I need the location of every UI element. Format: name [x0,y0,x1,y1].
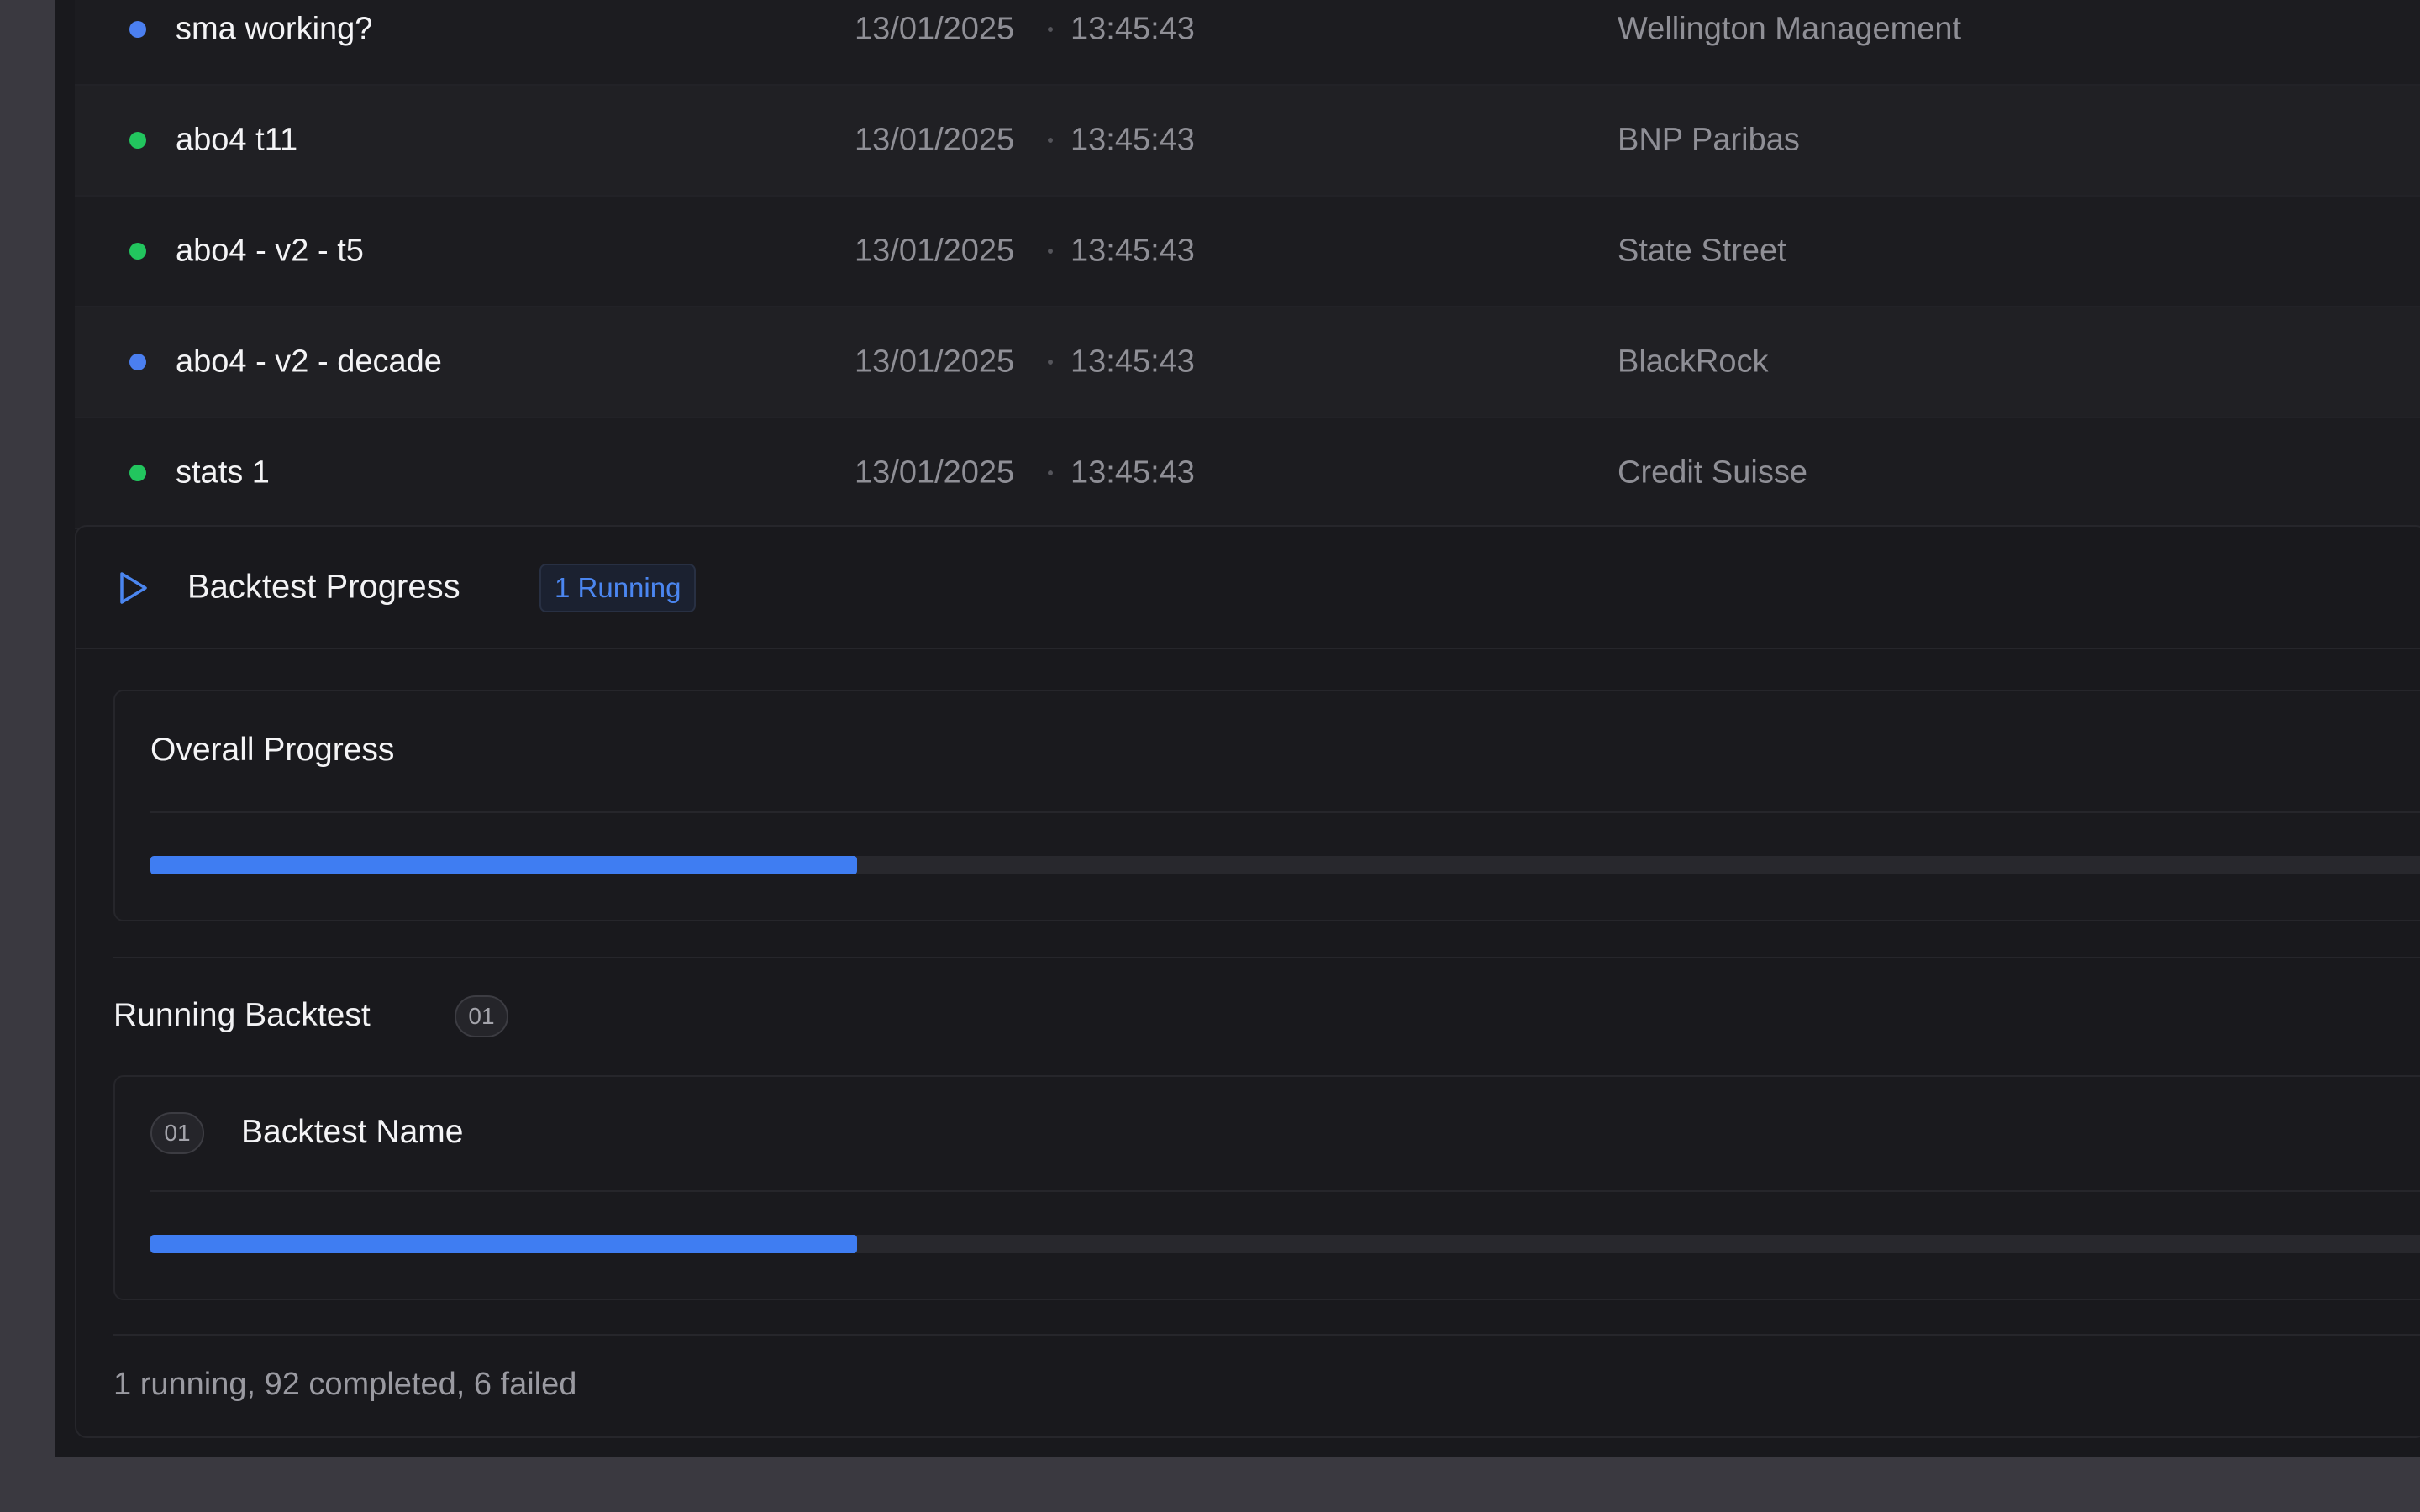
client-name: BNP Paribas [1618,122,1800,158]
table-row[interactable]: abo4 t11 13/01/2025 13:45:43 BNP Paribas [75,86,2420,197]
separator-dot [1048,138,1053,143]
overall-progress-card: Overall Progress [113,690,2420,921]
separator-dot [1048,360,1053,365]
table-row[interactable]: abo4 - v2 - decade 13/01/2025 13:45:43 B… [75,307,2420,418]
status-dot [129,465,146,481]
backtest-summary: 1 running, 92 completed, 6 failed [113,1367,577,1402]
table-row[interactable]: abo4 - v2 - t5 13/01/2025 13:45:43 State… [75,197,2420,307]
progress-fill [150,856,858,874]
divider [150,811,2420,813]
run-time: 13:45:43 [1071,122,1195,158]
run-time: 13:45:43 [1071,233,1195,269]
backtest-table: sma working? 13/01/2025 13:45:43 Welling… [75,0,2420,529]
run-time: 13:45:43 [1071,454,1195,491]
separator-dot [1048,27,1053,32]
status-dot [129,21,146,38]
play-icon[interactable] [118,571,149,605]
backtest-progress-panel: Backtest Progress 1 Running Overall Prog… [75,525,2420,1438]
divider [150,1190,2420,1192]
divider [113,1334,2420,1336]
client-name: BlackRock [1618,344,1769,380]
app-frame: sma working? 13/01/2025 13:45:43 Welling… [55,0,2420,1457]
divider [113,957,2420,958]
table-row[interactable]: stats 1 13/01/2025 13:45:43 Credit Suiss… [75,418,2420,529]
run-date: 13/01/2025 [855,454,1015,491]
client-name: Wellington Management [1618,11,1962,47]
client-name: State Street [1618,233,1786,269]
progress-fill [150,1235,858,1253]
backtest-name: sma working? [176,11,373,47]
overall-progress-bar [150,856,2420,874]
run-time: 13:45:43 [1071,11,1195,47]
backtest-name: abo4 t11 [176,122,298,158]
overall-progress-title: Overall Progress [150,732,395,768]
running-backtest-name: Backtest Name [241,1114,464,1150]
table-row[interactable]: sma working? 13/01/2025 13:45:43 Welling… [75,0,2420,86]
backtest-name: abo4 - v2 - decade [176,344,442,380]
run-date: 13/01/2025 [855,11,1015,47]
panel-header[interactable]: Backtest Progress 1 Running [76,527,2420,649]
backtest-index-badge: 01 [150,1112,204,1154]
status-dot [129,354,146,370]
backtest-name: abo4 - v2 - t5 [176,233,364,269]
status-dot [129,243,146,260]
running-badge: 1 Running [539,564,697,612]
panel-title: Backtest Progress [187,568,460,606]
status-dot [129,132,146,149]
run-date: 13/01/2025 [855,122,1015,158]
run-date: 13/01/2025 [855,233,1015,269]
backtest-name: stats 1 [176,454,270,491]
client-name: Credit Suisse [1618,454,1807,491]
backtest-progress-bar [150,1235,2420,1253]
running-count-badge: 01 [455,995,508,1037]
running-backtest-title: Running Backtest [113,997,371,1033]
separator-dot [1048,470,1053,475]
running-backtest-card[interactable]: 01 Backtest Name [113,1075,2420,1300]
run-time: 13:45:43 [1071,344,1195,380]
separator-dot [1048,249,1053,254]
run-date: 13/01/2025 [855,344,1015,380]
